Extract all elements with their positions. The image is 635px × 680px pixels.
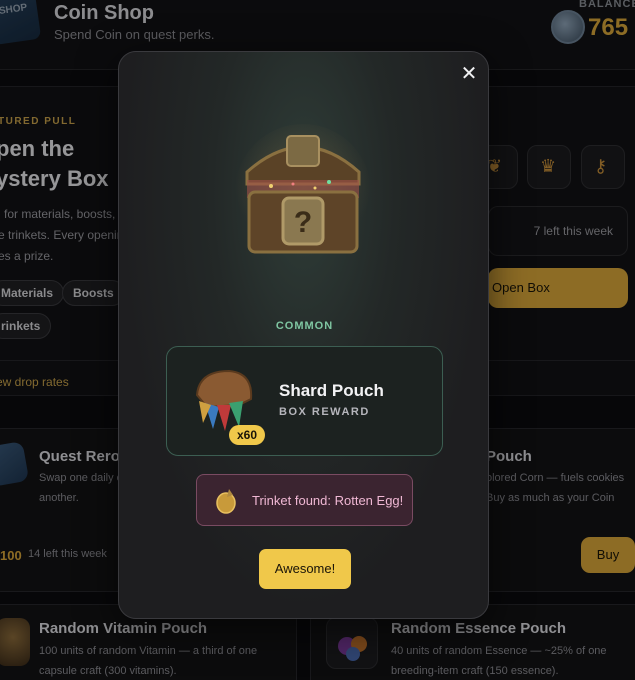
reward-name: Shard Pouch bbox=[279, 381, 384, 400]
trinket-notice: Trinket found: Rotten Egg! bbox=[196, 474, 413, 526]
reward-card: x60 Shard Pouch BOX REWARD bbox=[166, 346, 443, 456]
reward-type: BOX REWARD bbox=[279, 406, 370, 418]
trinket-message: Trinket found: Rotten Egg! bbox=[252, 493, 404, 508]
close-icon[interactable]: ✕ bbox=[458, 63, 480, 85]
rotten-egg-icon bbox=[216, 489, 236, 514]
rarity-label: COMMON bbox=[275, 320, 334, 332]
box-reward-modal: ✕ ? COMMON x60 Shard Pouch BOX REWARD Tr… bbox=[118, 51, 489, 619]
awesome-button[interactable]: Awesome! bbox=[259, 549, 351, 589]
svg-text:?: ? bbox=[294, 206, 312, 239]
quantity-badge: x60 bbox=[229, 425, 266, 445]
treasure-chest-icon: ? bbox=[235, 124, 371, 260]
shard-pouch-icon bbox=[195, 369, 253, 431]
